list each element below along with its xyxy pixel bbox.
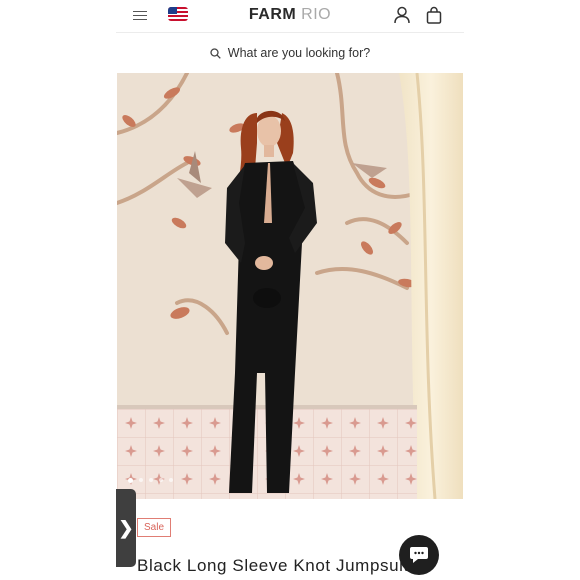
search-bar[interactable]: What are you looking for? xyxy=(116,40,464,66)
site-header: FARM RIO xyxy=(116,0,464,33)
product-photo xyxy=(117,73,463,499)
chat-bubble-icon xyxy=(410,547,428,563)
gallery-dot-4[interactable] xyxy=(159,478,163,482)
product-title: Black Long Sleeve Knot Jumpsuit xyxy=(137,556,409,575)
product-image[interactable] xyxy=(117,73,463,499)
gallery-dots xyxy=(128,477,173,483)
logo-secondary: RIO xyxy=(301,6,332,23)
logo-primary: FARM xyxy=(248,6,297,23)
site-logo[interactable]: FARM RIO xyxy=(116,5,464,25)
side-drawer-tab[interactable]: ❯ xyxy=(116,489,136,567)
gallery-dot-3[interactable] xyxy=(149,478,153,482)
user-icon[interactable] xyxy=(394,6,410,24)
chat-button[interactable] xyxy=(399,535,439,575)
gallery-dot-2[interactable] xyxy=(139,478,143,482)
sale-badge: Sale xyxy=(137,518,172,537)
shopping-bag-icon[interactable] xyxy=(426,6,442,24)
search-placeholder: What are you looking for? xyxy=(227,46,371,60)
gallery-dot-5[interactable] xyxy=(169,478,173,482)
search-icon xyxy=(210,47,221,59)
gallery-dot-1[interactable] xyxy=(128,477,133,483)
chevron-right-icon: ❯ xyxy=(118,518,134,538)
